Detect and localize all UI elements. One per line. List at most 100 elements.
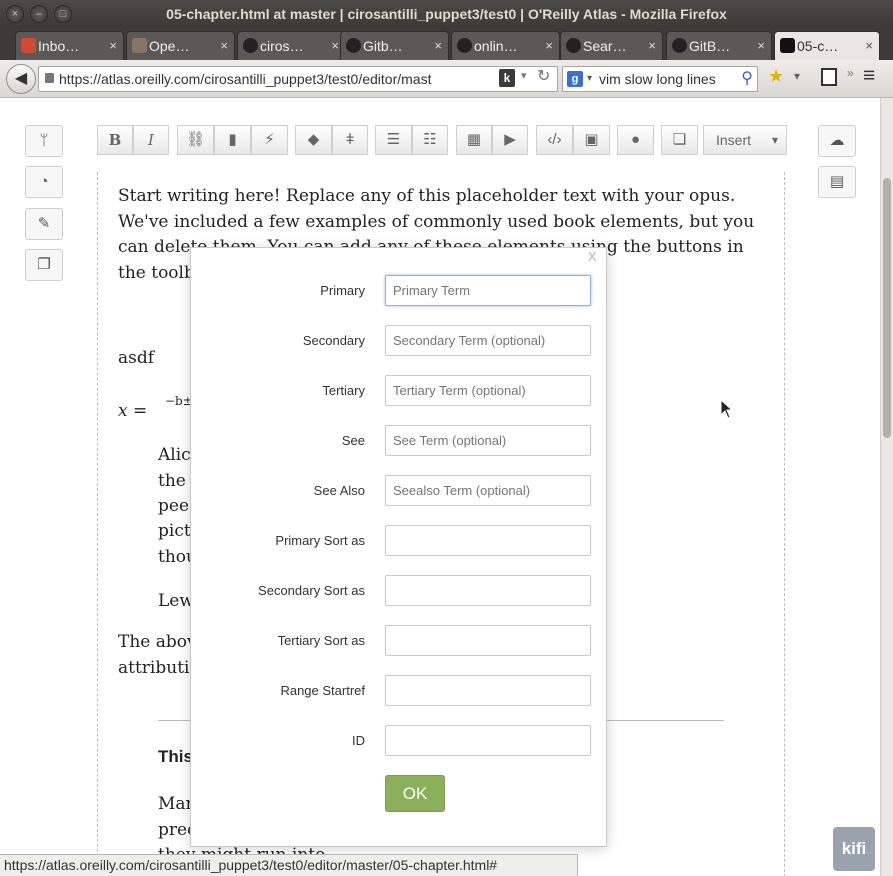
comment-icon[interactable]: ● (617, 125, 654, 155)
tab-gitb-2[interactable]: GitB… × (666, 31, 772, 60)
github-icon (243, 38, 258, 53)
firefox-window: 05-chapter.html at master | cirosantilli… (0, 0, 893, 876)
attribution-left: Lew (158, 591, 194, 611)
tag-icon[interactable]: ◆ (295, 125, 332, 155)
copy-icon[interactable]: ❏ (661, 125, 698, 155)
tab-ciros[interactable]: ciros… × (237, 31, 346, 60)
italic-button[interactable]: I (133, 125, 169, 155)
link-icon[interactable]: ⛓ (177, 125, 214, 155)
tab-sear[interactable]: Sear… × (560, 31, 663, 60)
kifi-keep-badge[interactable]: k (499, 69, 515, 87)
tab-inbox[interactable]: Inbo… × (15, 31, 124, 60)
pencil-icon[interactable]: ✎ (25, 208, 63, 240)
range-startref-input[interactable] (385, 675, 591, 706)
secondary-sort-input[interactable] (385, 575, 591, 606)
editor-line-1: Start writing here! Replace any of this … (118, 186, 736, 206)
download-icon[interactable] (821, 68, 837, 86)
unlink-icon[interactable]: ⚡ (251, 125, 288, 155)
editor-formula: x = (118, 401, 148, 421)
search-bar[interactable]: g ▾ vim slow long lines ⚲ (562, 66, 758, 92)
tab-label: onlin… (474, 38, 518, 54)
primary-sort-input[interactable] (385, 525, 591, 556)
gmail-icon (21, 38, 36, 53)
ordered-list-icon[interactable]: ☰ (375, 125, 412, 155)
code-icon[interactable]: ‹/› (536, 125, 573, 155)
tab-close-icon[interactable]: × (865, 32, 873, 60)
github-icon (672, 38, 687, 53)
tertiary-sort-input[interactable] (385, 625, 591, 656)
video-icon[interactable]: ▶ (492, 125, 528, 155)
see-also-term-input[interactable] (385, 475, 591, 506)
tab-close-icon[interactable]: × (331, 32, 339, 60)
reload-icon[interactable]: ↻ (537, 66, 550, 86)
tab-close-icon[interactable]: × (220, 32, 228, 60)
tab-onlin[interactable]: onlin… × (451, 31, 560, 60)
tab-label: GitB… (689, 38, 731, 54)
github-icon (346, 38, 361, 53)
tab-close-icon[interactable]: × (434, 32, 442, 60)
status-bar: https://atlas.oreilly.com/cirosantilli_p… (0, 854, 578, 876)
mouse-cursor-icon (720, 399, 734, 419)
dialog-close-button[interactable]: x (588, 246, 597, 266)
id-input[interactable] (385, 725, 591, 756)
index-term-icon[interactable]: ǂ (332, 125, 368, 155)
bold-button[interactable]: B (97, 125, 133, 155)
tab-close-icon[interactable]: × (545, 32, 553, 60)
google-icon[interactable]: g (567, 71, 583, 87)
tertiary-term-input[interactable] (385, 375, 591, 406)
tab-label: Gitb… (363, 38, 403, 54)
tab-label: Ope… (149, 38, 190, 54)
tab-label: Inbo… (38, 38, 80, 54)
branch-icon[interactable]: ᛘ (25, 125, 63, 157)
dashboard-icon[interactable]: ◔ (25, 166, 63, 198)
tab-gitb[interactable]: Gitb… × (340, 31, 449, 60)
window-titlebar: 05-chapter.html at master | cirosantilli… (0, 0, 893, 28)
secondary-sort-label: Secondary Sort as (258, 583, 365, 598)
bookmark-star-icon[interactable]: ★ (768, 66, 784, 87)
quote-left-2: the (158, 471, 186, 491)
insert-label: Insert (716, 132, 752, 148)
see-term-input[interactable] (385, 425, 591, 456)
document-icon[interactable]: ▤ (818, 166, 856, 198)
tab-close-icon[interactable]: × (109, 32, 117, 60)
window-maximize-button[interactable]: □ (54, 5, 72, 23)
kifi-button[interactable]: kifi (833, 827, 875, 871)
bookmark-icon[interactable]: ▮ (214, 125, 251, 155)
window-close-button[interactable]: × (6, 5, 24, 23)
back-button[interactable]: ◀ (6, 64, 36, 94)
tab-label: ciros… (260, 38, 304, 54)
avatar-icon (132, 38, 147, 53)
ok-button[interactable]: OK (385, 775, 445, 812)
tab-close-icon[interactable]: × (757, 32, 765, 60)
menu-icon[interactable]: ≡ (863, 64, 875, 88)
mar-left-1: Mar (158, 794, 194, 814)
caret-down-icon: ▾ (771, 133, 778, 147)
github-icon (566, 38, 581, 53)
scrollbar-thumb[interactable] (883, 178, 891, 438)
secondary-term-input[interactable] (385, 325, 591, 356)
search-engine-dropdown-icon[interactable]: ▾ (587, 67, 592, 91)
bookmarks-dropdown-icon[interactable]: ▾ (794, 69, 800, 83)
cloud-icon[interactable]: ☁ (818, 125, 856, 157)
see-label: See (341, 433, 365, 448)
insert-dropdown[interactable]: Insert ▾ (703, 125, 787, 155)
tab-close-icon[interactable]: × (648, 32, 656, 60)
primary-term-input[interactable] (385, 275, 591, 306)
unordered-list-icon[interactable]: ☷ (412, 125, 448, 155)
tab-label: Sear… (583, 38, 627, 54)
tab-label: 05-c… (797, 38, 839, 54)
calculator-icon[interactable]: ▣ (573, 125, 610, 155)
overflow-chevron-icon[interactable]: » (847, 66, 854, 80)
secondary-label: Secondary (302, 333, 365, 348)
pages-icon[interactable]: ❐ (25, 249, 63, 281)
tab-ope[interactable]: Ope… × (126, 31, 235, 60)
window-minimize-button[interactable]: – (30, 5, 48, 23)
table-icon[interactable]: ▦ (456, 125, 492, 155)
dropdown-arrow-icon[interactable]: ▾ (521, 69, 527, 82)
page-scrollbar[interactable] (880, 98, 893, 876)
search-icon[interactable]: ⚲ (741, 67, 753, 91)
url-bar[interactable]: https://atlas.oreilly.com/cirosantilli_p… (38, 66, 558, 92)
primary-sort-label: Primary Sort as (275, 533, 365, 548)
id-label: ID (352, 733, 365, 748)
tab-05-chapter[interactable]: 05-c… × (774, 31, 880, 60)
